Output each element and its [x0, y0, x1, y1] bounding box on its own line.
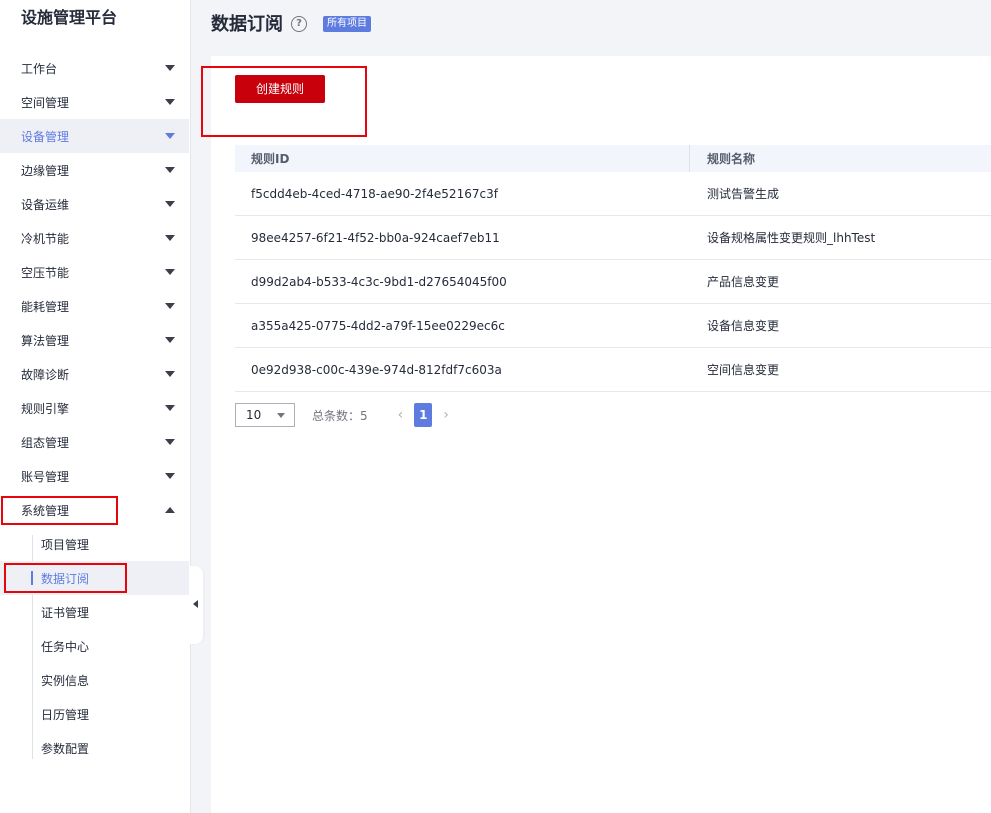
chevron-down-icon	[165, 439, 175, 445]
sidebar-collapse-button[interactable]	[189, 566, 203, 644]
sidebar-subitem-data-subscription[interactable]: 数据订阅	[0, 561, 189, 595]
sidebar-subitem-project[interactable]: 项目管理	[0, 527, 189, 561]
table-row[interactable]: 0e92d938-c00c-439e-974d-812fdf7c603a 空间信…	[235, 348, 991, 392]
chevron-down-icon	[165, 167, 175, 173]
sidebar-menu: 工作台 空间管理 设备管理 边缘管理 设备运维 冷机节能 空压节能 能耗管理 算…	[0, 51, 189, 765]
help-icon[interactable]: ?	[291, 16, 307, 32]
table-row[interactable]: d99d2ab4-b533-4c3c-9bd1-d27654045f00 产品信…	[235, 260, 991, 304]
project-badge[interactable]: 所有项目	[323, 16, 371, 32]
sidebar-item-device-ops[interactable]: 设备运维	[0, 187, 189, 221]
chevron-up-icon	[165, 507, 175, 513]
chevron-down-icon	[165, 303, 175, 309]
sidebar-subitem-instance-info[interactable]: 实例信息	[0, 663, 189, 697]
sidebar-item-configuration[interactable]: 组态管理	[0, 425, 189, 459]
page-size-select[interactable]: 10	[235, 403, 295, 427]
table-row[interactable]: f5cdd4eb-4ced-4718-ae90-2f4e52167c3f 测试告…	[235, 172, 991, 216]
sidebar-subitem-label: 证书管理	[41, 605, 90, 620]
total-count: 总条数：5	[312, 408, 368, 423]
sidebar-item-rule-engine[interactable]: 规则引擎	[0, 391, 189, 425]
sidebar-item-algorithm[interactable]: 算法管理	[0, 323, 189, 357]
page-size-value: 10	[246, 408, 262, 422]
sidebar-item-label: 空间管理	[21, 95, 70, 110]
rule-name-cell: 空间信息变更	[707, 363, 780, 377]
table-row[interactable]: 98ee4257-6f21-4f52-bb0a-924caef7eb11 设备规…	[235, 216, 991, 260]
sidebar-item-edge[interactable]: 边缘管理	[0, 153, 189, 187]
sidebar-item-diagnosis[interactable]: 故障诊断	[0, 357, 189, 391]
sidebar-item-label: 空压节能	[21, 265, 70, 280]
rule-id-cell: a355a425-0775-4dd2-a79f-15ee0229ec6c	[251, 318, 505, 333]
sidebar-subitem-label: 实例信息	[41, 673, 90, 688]
sidebar-subitem-task-center[interactable]: 任务中心	[0, 629, 189, 663]
chevron-down-icon	[165, 269, 175, 275]
create-rule-button[interactable]: 创建规则	[235, 75, 325, 103]
sidebar-item-system[interactable]: 系统管理	[0, 493, 189, 527]
sidebar-item-account[interactable]: 账号管理	[0, 459, 189, 493]
chevron-down-icon	[165, 65, 175, 71]
sidebar-item-compressor[interactable]: 空压节能	[0, 255, 189, 289]
chevron-down-icon	[165, 405, 175, 411]
chevron-down-icon	[165, 99, 175, 105]
sidebar-item-label: 规则引擎	[21, 401, 70, 416]
chevron-down-icon	[165, 201, 175, 207]
sidebar-item-label: 算法管理	[21, 333, 70, 348]
sidebar-subitem-label: 任务中心	[41, 639, 90, 654]
sidebar-subitem-label: 数据订阅	[41, 571, 90, 586]
sidebar-subitem-label: 日历管理	[41, 707, 90, 722]
chevron-down-icon	[165, 133, 175, 139]
sidebar-item-label: 设备管理	[21, 129, 70, 144]
column-header-rule-name: 规则名称	[707, 152, 756, 166]
sidebar-item-energy[interactable]: 能耗管理	[0, 289, 189, 323]
sidebar-subitem-certificate[interactable]: 证书管理	[0, 595, 189, 629]
sidebar-item-label: 能耗管理	[21, 299, 70, 314]
page-number-current[interactable]: 1	[414, 403, 433, 427]
sidebar-subitem-label: 参数配置	[41, 741, 90, 756]
rule-id-cell: f5cdd4eb-4ced-4718-ae90-2f4e52167c3f	[251, 186, 498, 201]
rule-id-cell: 0e92d938-c00c-439e-974d-812fdf7c603a	[251, 362, 502, 377]
sidebar-item-label: 冷机节能	[21, 231, 70, 246]
table-header: 规则ID 规则名称	[235, 145, 991, 172]
rule-name-cell: 设备规格属性变更规则_lhhTest	[707, 231, 876, 245]
rule-id-cell: 98ee4257-6f21-4f52-bb0a-924caef7eb11	[251, 230, 500, 245]
pagination: 10 总条数：5 ‹ 1 ›	[235, 403, 449, 427]
chevron-down-icon	[165, 337, 175, 343]
sidebar-item-label: 设备运维	[21, 197, 70, 212]
sidebar-item-label: 工作台	[21, 61, 58, 76]
chevron-down-icon	[165, 371, 175, 377]
rule-name-cell: 设备信息变更	[707, 319, 780, 333]
rule-name-cell: 测试告警生成	[707, 187, 780, 201]
sidebar-item-label: 系统管理	[21, 503, 70, 518]
chevron-down-icon	[277, 413, 285, 418]
chevron-left-icon	[193, 600, 198, 608]
sidebar-item-label: 边缘管理	[21, 163, 70, 178]
column-header-rule-id: 规则ID	[235, 145, 690, 172]
sidebar-divider	[190, 0, 191, 813]
table-row[interactable]: a355a425-0775-4dd2-a79f-15ee0229ec6c 设备信…	[235, 304, 991, 348]
page-title: 数据订阅	[211, 14, 283, 35]
chevron-down-icon	[165, 235, 175, 241]
prev-page-icon[interactable]: ‹	[398, 407, 404, 423]
system-submenu: 项目管理 数据订阅 证书管理 任务中心 实例信息 日历管理 参数配置	[0, 527, 189, 765]
sidebar-item-workbench[interactable]: 工作台	[0, 51, 189, 85]
next-page-icon[interactable]: ›	[443, 407, 449, 423]
rules-table: 规则ID 规则名称 f5cdd4eb-4ced-4718-ae90-2f4e52…	[235, 145, 991, 392]
sidebar: 设施管理平台 工作台 空间管理 设备管理 边缘管理 设备运维 冷机节能 空压节能…	[0, 0, 190, 813]
sidebar-subitem-calendar[interactable]: 日历管理	[0, 697, 189, 731]
rule-name-cell: 产品信息变更	[707, 275, 780, 289]
sidebar-subitem-label: 项目管理	[41, 537, 90, 552]
sidebar-item-label: 账号管理	[21, 469, 70, 484]
sidebar-item-label: 故障诊断	[21, 367, 70, 382]
sidebar-item-chiller[interactable]: 冷机节能	[0, 221, 189, 255]
sidebar-subitem-parameters[interactable]: 参数配置	[0, 731, 189, 765]
chevron-down-icon	[165, 473, 175, 479]
sidebar-item-device[interactable]: 设备管理	[0, 119, 189, 153]
rule-id-cell: d99d2ab4-b533-4c3c-9bd1-d27654045f00	[251, 274, 507, 289]
app-title: 设施管理平台	[21, 8, 118, 27]
sidebar-item-space[interactable]: 空间管理	[0, 85, 189, 119]
sidebar-item-label: 组态管理	[21, 435, 70, 450]
